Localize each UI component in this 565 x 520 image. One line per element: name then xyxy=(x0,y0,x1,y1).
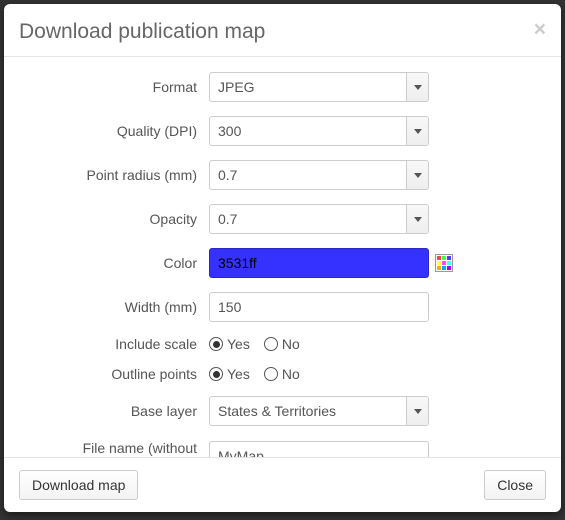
chevron-down-icon xyxy=(406,73,428,101)
modal-title: Download publication map xyxy=(19,19,265,44)
radio-label-no: No xyxy=(282,336,300,352)
row-point-radius: Point radius (mm) 0.7 xyxy=(19,160,546,190)
modal-header: Download publication map × xyxy=(4,4,561,57)
point-radius-value: 0.7 xyxy=(218,167,406,183)
outline-points-no[interactable]: No xyxy=(264,366,300,382)
row-format: Format JPEG xyxy=(19,72,546,102)
format-value: JPEG xyxy=(218,79,406,95)
label-width: Width (mm) xyxy=(19,299,209,315)
label-opacity: Opacity xyxy=(19,211,209,227)
row-file-name: File name (without extension) xyxy=(19,440,546,457)
file-name-input[interactable] xyxy=(209,441,429,457)
row-outline-points: Outline points Yes No xyxy=(19,366,546,382)
chevron-down-icon xyxy=(406,161,428,189)
row-include-scale: Include scale Yes No xyxy=(19,336,546,352)
row-color: Color xyxy=(19,248,546,278)
opacity-value: 0.7 xyxy=(218,211,406,227)
color-picker-icon[interactable] xyxy=(435,254,453,272)
label-color: Color xyxy=(19,255,209,271)
radio-label-yes: Yes xyxy=(227,366,250,382)
label-point-radius: Point radius (mm) xyxy=(19,167,209,183)
label-outline-points: Outline points xyxy=(19,366,209,382)
outline-points-radio-group: Yes No xyxy=(209,366,546,382)
chevron-down-icon xyxy=(406,117,428,145)
row-opacity: Opacity 0.7 xyxy=(19,204,546,234)
include-scale-yes[interactable]: Yes xyxy=(209,336,250,352)
format-select[interactable]: JPEG xyxy=(209,72,429,102)
base-layer-select[interactable]: States & Territories xyxy=(209,396,429,426)
include-scale-radio-group: Yes No xyxy=(209,336,546,352)
chevron-down-icon xyxy=(406,205,428,233)
radio-label-no: No xyxy=(282,366,300,382)
row-width: Width (mm) xyxy=(19,292,546,322)
close-button[interactable]: Close xyxy=(484,470,546,500)
outline-points-yes[interactable]: Yes xyxy=(209,366,250,382)
radio-icon xyxy=(264,367,278,381)
row-quality: Quality (DPI) 300 xyxy=(19,116,546,146)
color-input[interactable] xyxy=(209,248,429,278)
modal-body: Format JPEG Quality (DPI) 300 Point radi… xyxy=(4,57,561,457)
radio-icon xyxy=(209,367,223,381)
download-map-button[interactable]: Download map xyxy=(19,470,138,500)
chevron-down-icon xyxy=(406,397,428,425)
include-scale-no[interactable]: No xyxy=(264,336,300,352)
base-layer-value: States & Territories xyxy=(218,403,406,419)
radio-icon xyxy=(209,337,223,351)
label-file-name: File name (without extension) xyxy=(19,440,209,457)
download-publication-map-modal: Download publication map × Format JPEG Q… xyxy=(4,4,561,512)
close-icon[interactable]: × xyxy=(534,19,546,40)
label-base-layer: Base layer xyxy=(19,403,209,419)
radio-icon xyxy=(264,337,278,351)
label-format: Format xyxy=(19,79,209,95)
row-base-layer: Base layer States & Territories xyxy=(19,396,546,426)
width-input[interactable] xyxy=(209,292,429,322)
label-include-scale: Include scale xyxy=(19,336,209,352)
modal-footer: Download map Close xyxy=(4,457,561,512)
quality-value: 300 xyxy=(218,123,406,139)
opacity-select[interactable]: 0.7 xyxy=(209,204,429,234)
radio-label-yes: Yes xyxy=(227,336,250,352)
label-quality: Quality (DPI) xyxy=(19,123,209,139)
quality-select[interactable]: 300 xyxy=(209,116,429,146)
point-radius-select[interactable]: 0.7 xyxy=(209,160,429,190)
